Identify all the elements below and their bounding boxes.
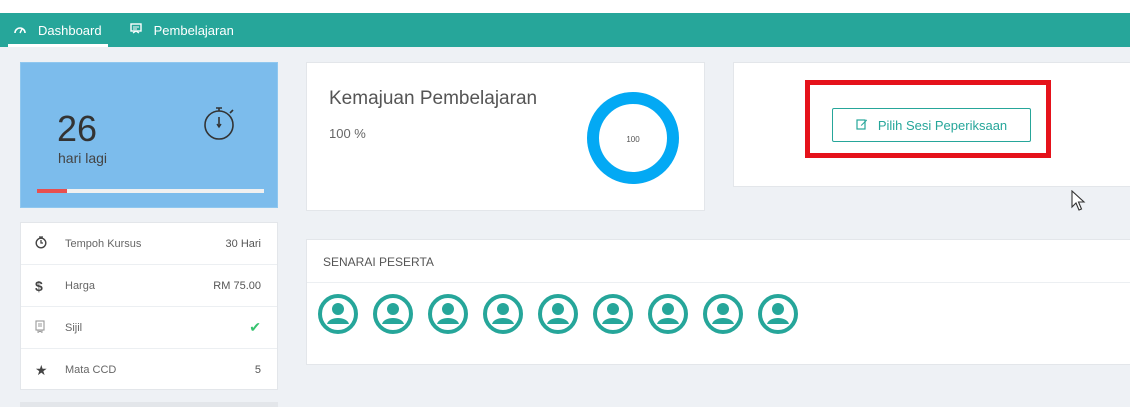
bottom-card-stub [20, 402, 278, 407]
user-circle-icon[interactable] [427, 293, 469, 335]
select-exam-session-label: Pilih Sesi Peperiksaan [877, 117, 1008, 133]
user-circle-icon[interactable] [757, 293, 799, 335]
course-info-card: Tempoh Kursus 30 Hari $ Harga RM 75.00 S… [20, 222, 278, 390]
days-remaining-label: hari lagi [58, 150, 108, 166]
info-row-ccd-points: ★ Mata CCD 5 [21, 349, 277, 391]
navbar: Dashboard Pembelajaran [0, 13, 1130, 47]
info-row-certificate: Sijil ✔ [21, 307, 277, 349]
participant-avatars [317, 293, 799, 335]
star-icon: ★ [35, 361, 48, 378]
progress-title: Kemajuan Pembelajaran [329, 88, 538, 109]
countdown-progress-bar [37, 189, 264, 193]
info-row-price: $ Harga RM 75.00 [21, 265, 277, 307]
progress-percent: 100 % [329, 126, 366, 141]
info-row-duration: Tempoh Kursus 30 Hari [21, 223, 277, 265]
info-label: Sijil [65, 321, 83, 334]
user-circle-icon[interactable] [702, 293, 744, 335]
top-navigation: Dashboard Pembelajaran [0, 0, 1130, 47]
info-label: Harga [65, 279, 95, 292]
user-circle-icon[interactable] [317, 293, 359, 335]
progress-donut: 100 [587, 92, 679, 184]
info-value: 30 Hari [225, 237, 261, 250]
nav-dashboard[interactable]: Dashboard [0, 13, 116, 47]
countdown-card: 26 hari lagi [20, 62, 278, 208]
info-label: Mata CCD [65, 364, 117, 376]
learning-board-icon [129, 23, 142, 37]
info-value: RM 75.00 [213, 279, 261, 292]
check-icon: ✔ [249, 319, 261, 335]
user-circle-icon[interactable] [537, 293, 579, 335]
learning-progress-card: Kemajuan Pembelajaran 100 % 100 [306, 62, 705, 211]
mouse-cursor-icon [1071, 190, 1086, 211]
stopwatch-icon [202, 105, 238, 141]
nav-dashboard-label: Dashboard [38, 22, 102, 38]
countdown-progress-fill [37, 189, 67, 193]
dollar-icon: $ [35, 277, 43, 294]
info-label: Tempoh Kursus [65, 237, 142, 250]
nav-pembelajaran-label: Pembelajaran [153, 22, 234, 38]
clock-icon [35, 235, 65, 252]
dashboard-gauge-icon [14, 23, 26, 37]
select-exam-session-button[interactable]: Pilih Sesi Peperiksaan [832, 108, 1031, 142]
user-circle-icon[interactable] [647, 293, 689, 335]
info-value: 5 [254, 364, 261, 376]
certificate-icon [35, 319, 65, 336]
participant-list-header: SENARAI PESERTA [307, 240, 1130, 283]
user-circle-icon[interactable] [482, 293, 524, 335]
edit-icon [856, 118, 868, 133]
progress-donut-value: 100 [626, 135, 640, 144]
user-circle-icon[interactable] [372, 293, 414, 335]
days-remaining: 26 [57, 108, 98, 149]
participant-list-card: SENARAI PESERTA [306, 239, 1130, 365]
nav-pembelajaran[interactable]: Pembelajaran [116, 13, 248, 47]
user-circle-icon[interactable] [592, 293, 634, 335]
